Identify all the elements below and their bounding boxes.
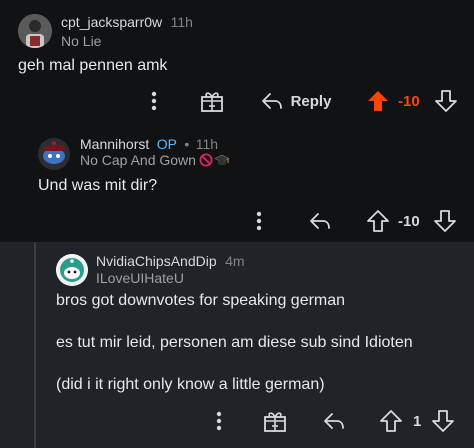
more-options-button[interactable] <box>207 408 231 434</box>
downvote-button[interactable] <box>432 87 460 115</box>
more-vertical-icon <box>216 411 222 431</box>
user-flair-text: No Cap And Gown <box>80 152 196 168</box>
user-avatar-icon <box>18 14 52 48</box>
downvote-arrow-icon <box>434 210 456 232</box>
upvote-arrow-icon <box>367 210 389 232</box>
downvote-arrow-icon <box>432 410 454 432</box>
snoo-avatar-icon <box>56 254 88 286</box>
award-gift-icon <box>201 92 223 112</box>
comment-author[interactable]: NvidiaChipsAndDip <box>96 253 217 269</box>
comment-body-line: es tut mir leid, personen am diese sub s… <box>56 334 413 351</box>
reply-button[interactable] <box>320 408 348 434</box>
comment-author[interactable]: cpt_jacksparr0w <box>61 14 162 30</box>
more-vertical-icon <box>256 211 262 231</box>
reply-arrow-icon <box>310 213 330 229</box>
upvote-button[interactable] <box>364 87 392 115</box>
vote-score: -10 <box>398 213 420 230</box>
thread-line-level-2[interactable] <box>34 242 36 448</box>
comment-author[interactable]: Mannihorst <box>80 136 149 152</box>
more-vertical-icon <box>151 91 157 111</box>
comment-body: geh mal pennen amk <box>18 57 168 74</box>
comment-body-line: (did i it right only know a little germa… <box>56 376 325 393</box>
meta-separator: • <box>184 136 190 152</box>
user-flair: No Cap And Gown <box>80 152 230 168</box>
vote-score: -10 <box>398 93 420 110</box>
reply-label: Reply <box>290 92 332 110</box>
comment-time: 11h <box>195 136 219 152</box>
user-flair: No Lie <box>61 33 102 49</box>
prohibited-icon <box>199 153 213 167</box>
op-badge: OP <box>156 136 177 152</box>
award-gift-icon <box>264 412 286 432</box>
more-options-button[interactable] <box>142 88 166 114</box>
more-options-button[interactable] <box>247 208 271 234</box>
comment-body-line: bros got downvotes for speaking german <box>56 292 346 309</box>
avatar[interactable] <box>38 138 70 170</box>
downvote-button[interactable] <box>429 407 457 435</box>
avatar[interactable] <box>18 14 52 48</box>
upvote-button[interactable] <box>364 207 392 235</box>
comment-3: NvidiaChipsAndDip 4m ILoveUIHateU bros g… <box>0 242 474 448</box>
reply-button[interactable]: Reply <box>256 88 336 114</box>
snoo-avatar-icon <box>38 138 70 170</box>
comment-1: cpt_jacksparr0w 11h No Lie geh mal penne… <box>0 0 474 130</box>
reply-arrow-icon <box>324 413 344 429</box>
award-button[interactable] <box>261 408 289 434</box>
comment-body: Und was mit dir? <box>38 177 158 194</box>
downvote-button[interactable] <box>431 207 459 235</box>
comment-time: 4m <box>225 253 245 269</box>
reply-arrow-icon <box>261 93 282 109</box>
graduation-cap-icon <box>214 154 230 166</box>
avatar[interactable] <box>56 254 88 286</box>
award-button[interactable] <box>198 88 226 114</box>
vote-score: 1 <box>413 413 422 430</box>
comment-time: 11h <box>170 14 193 30</box>
downvote-arrow-icon <box>435 90 457 112</box>
reply-button[interactable] <box>306 208 334 234</box>
upvote-button[interactable] <box>377 407 405 435</box>
upvote-arrow-icon <box>380 410 402 432</box>
comment-2: Mannihorst OP • 11h No Cap And Gown Und … <box>0 130 474 242</box>
user-flair: ILoveUIHateU <box>96 270 184 286</box>
upvote-arrow-icon <box>368 91 388 111</box>
